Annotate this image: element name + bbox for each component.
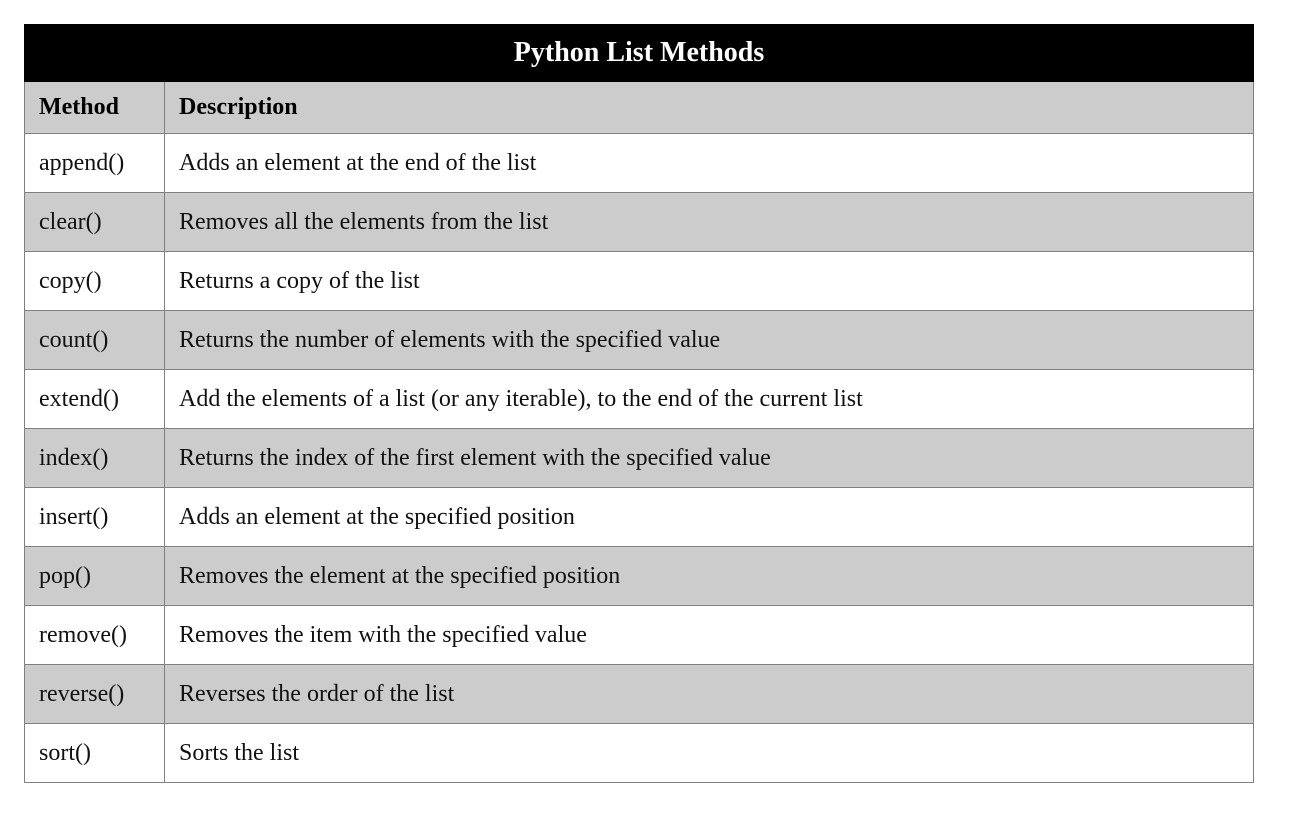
method-cell: insert() <box>25 488 165 547</box>
description-cell: Removes the item with the specified valu… <box>165 606 1254 665</box>
table-row: sort() Sorts the list <box>25 724 1254 783</box>
table-container: Python List Methods Method Description a… <box>24 24 1254 783</box>
table-row: count() Returns the number of elements w… <box>25 311 1254 370</box>
table-row: append() Adds an element at the end of t… <box>25 134 1254 193</box>
title-row: Python List Methods <box>25 25 1254 82</box>
description-cell: Reverses the order of the list <box>165 665 1254 724</box>
method-cell: append() <box>25 134 165 193</box>
table-row: pop() Removes the element at the specifi… <box>25 547 1254 606</box>
description-cell: Add the elements of a list (or any itera… <box>165 370 1254 429</box>
table-row: index() Returns the index of the first e… <box>25 429 1254 488</box>
description-cell: Adds an element at the end of the list <box>165 134 1254 193</box>
method-cell: remove() <box>25 606 165 665</box>
method-cell: extend() <box>25 370 165 429</box>
table-row: clear() Removes all the elements from th… <box>25 193 1254 252</box>
table-row: copy() Returns a copy of the list <box>25 252 1254 311</box>
method-cell: clear() <box>25 193 165 252</box>
description-cell: Returns the index of the first element w… <box>165 429 1254 488</box>
column-header-method: Method <box>25 82 165 134</box>
method-cell: index() <box>25 429 165 488</box>
description-cell: Removes the element at the specified pos… <box>165 547 1254 606</box>
method-cell: sort() <box>25 724 165 783</box>
description-cell: Sorts the list <box>165 724 1254 783</box>
table-row: extend() Add the elements of a list (or … <box>25 370 1254 429</box>
description-cell: Returns a copy of the list <box>165 252 1254 311</box>
description-cell: Returns the number of elements with the … <box>165 311 1254 370</box>
table-row: insert() Adds an element at the specifie… <box>25 488 1254 547</box>
description-cell: Removes all the elements from the list <box>165 193 1254 252</box>
method-cell: count() <box>25 311 165 370</box>
method-cell: pop() <box>25 547 165 606</box>
list-methods-table: Python List Methods Method Description a… <box>24 24 1254 783</box>
method-cell: copy() <box>25 252 165 311</box>
table-title: Python List Methods <box>25 25 1254 82</box>
method-cell: reverse() <box>25 665 165 724</box>
header-row: Method Description <box>25 82 1254 134</box>
table-row: reverse() Reverses the order of the list <box>25 665 1254 724</box>
table-row: remove() Removes the item with the speci… <box>25 606 1254 665</box>
column-header-description: Description <box>165 82 1254 134</box>
description-cell: Adds an element at the specified positio… <box>165 488 1254 547</box>
